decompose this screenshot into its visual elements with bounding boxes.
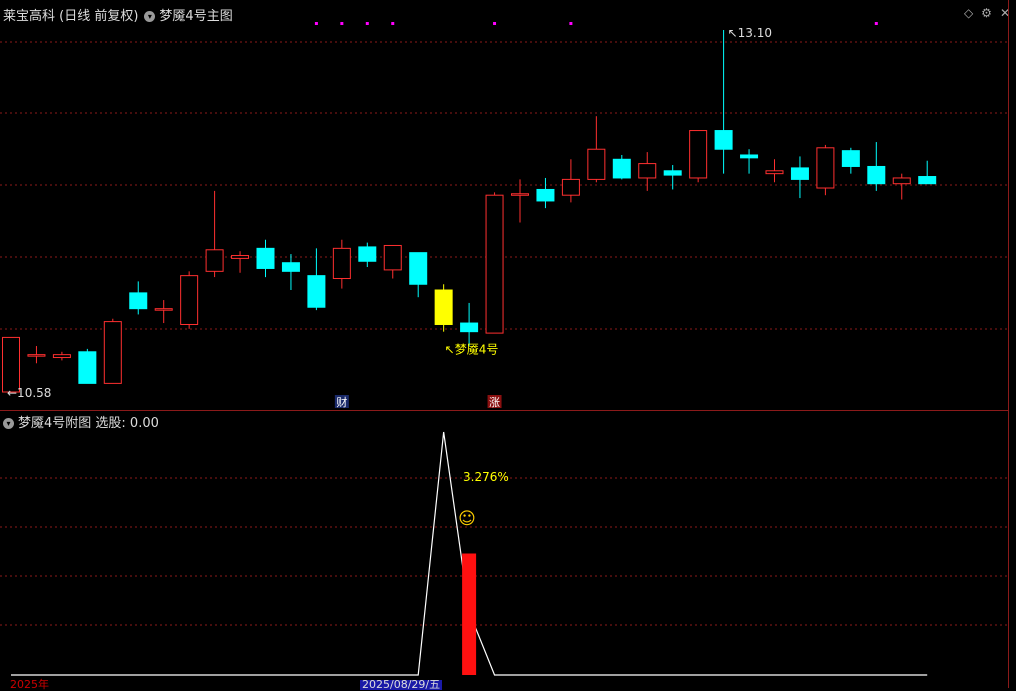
candle — [231, 251, 250, 273]
candle — [663, 165, 682, 190]
candle — [409, 252, 428, 298]
candle-body — [841, 150, 860, 167]
min-price-label: ←10.58 — [7, 386, 51, 400]
candle-body — [714, 130, 733, 150]
candle-body — [180, 275, 199, 325]
candle-body — [129, 292, 148, 310]
candle — [511, 179, 529, 223]
signal-dot — [874, 22, 878, 25]
signal-dot — [493, 22, 497, 25]
signal-dot — [340, 22, 344, 25]
candle-body — [27, 354, 46, 357]
candle-body — [383, 244, 402, 271]
candle-body — [231, 255, 250, 259]
candle-body — [281, 262, 300, 272]
candle-body — [434, 289, 453, 325]
candle-body — [332, 247, 351, 280]
candle-body — [409, 252, 428, 285]
candle-body — [918, 176, 937, 185]
candle — [27, 346, 46, 364]
candle — [180, 271, 199, 329]
candle — [52, 351, 71, 361]
signal-dot — [569, 22, 573, 25]
badge-label: 涨 — [489, 396, 500, 409]
candle-body — [536, 188, 555, 202]
candle — [2, 336, 20, 393]
candle — [485, 192, 504, 334]
bottom-year: 2025年 — [10, 678, 49, 691]
candle — [383, 244, 402, 279]
candle-body — [485, 194, 504, 334]
candle-body — [790, 167, 809, 180]
candle-body — [867, 165, 886, 185]
candle — [790, 156, 809, 199]
candle-body — [663, 170, 682, 176]
candle — [307, 248, 326, 311]
max-price-label: ↖13.10 — [728, 26, 772, 40]
candle — [434, 284, 453, 332]
candle — [281, 254, 300, 291]
candle-body — [78, 351, 97, 384]
candle — [841, 147, 860, 174]
candle-body — [205, 249, 224, 272]
candle — [892, 173, 911, 200]
candle-body — [740, 154, 759, 159]
candle-body — [765, 170, 784, 175]
candle-body — [103, 321, 122, 384]
candle — [103, 318, 122, 384]
candle — [918, 160, 937, 185]
candle — [205, 190, 224, 278]
signal-dot — [365, 22, 369, 25]
chart-canvas[interactable]: ↖13.10 ←10.58 ↖梦魇4号财 涨 3.276% ☺ — [0, 0, 1016, 688]
candle-body — [816, 147, 835, 189]
candle — [612, 154, 631, 180]
candle — [332, 239, 351, 289]
panel-divider — [0, 410, 1008, 411]
candle-body — [256, 247, 275, 269]
signal-dot — [391, 22, 395, 25]
candle-body — [460, 322, 479, 333]
candle-body — [2, 336, 20, 393]
candle-body — [892, 177, 911, 185]
candle — [460, 302, 479, 347]
candle — [536, 177, 555, 209]
candle-body — [689, 130, 708, 179]
candle-body — [52, 354, 71, 359]
signal-dot — [314, 22, 318, 25]
candle — [587, 116, 606, 183]
candle — [689, 130, 708, 183]
candle-body — [307, 275, 326, 308]
candle-body — [638, 163, 657, 179]
candle — [256, 239, 275, 278]
candle — [358, 242, 377, 268]
candle — [816, 144, 835, 196]
right-border — [1008, 0, 1009, 688]
candle-body — [154, 308, 173, 311]
candle — [129, 281, 148, 315]
candle-body — [612, 158, 631, 179]
bottom-date: 2025/08/29/五 — [360, 678, 443, 691]
candle-body — [511, 193, 529, 196]
candle — [740, 149, 759, 174]
candle — [78, 348, 97, 384]
badge-label: 财 — [336, 395, 347, 409]
smiley-icon: ☺ — [458, 509, 476, 529]
candle-body — [561, 178, 580, 196]
signal-label: ↖梦魇4号 — [445, 343, 499, 357]
candle — [714, 30, 733, 174]
candle — [765, 159, 784, 183]
candle-body — [358, 246, 377, 262]
candle — [154, 300, 173, 324]
candle-body — [587, 148, 606, 180]
indicator-bar — [462, 553, 477, 675]
candle — [561, 159, 580, 203]
candle — [867, 142, 886, 191]
percent-label: 3.276% — [463, 470, 509, 484]
